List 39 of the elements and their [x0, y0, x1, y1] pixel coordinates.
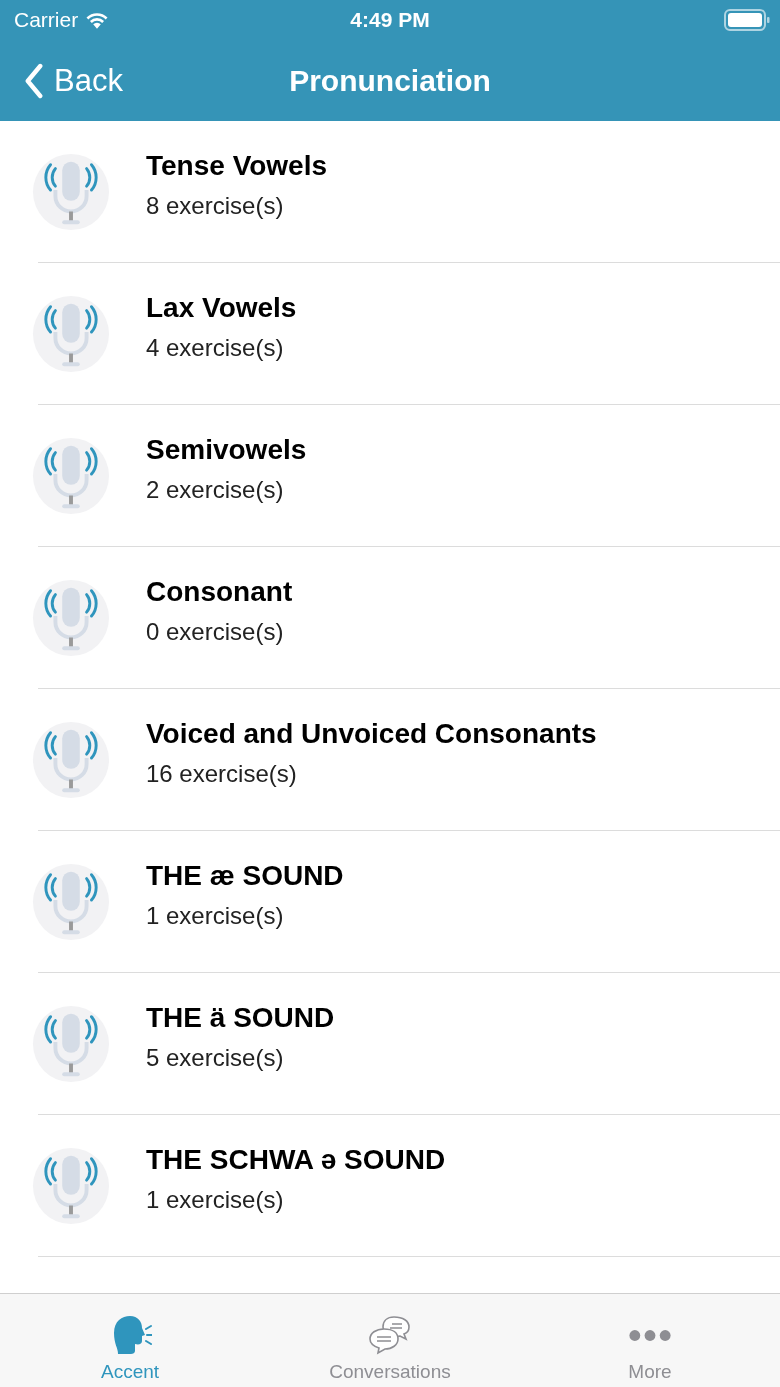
exercise-count: 5 exercise(s) — [146, 1043, 285, 1072]
lesson-title: Semivowels — [146, 433, 307, 466]
lesson-title: THE SCHWA ə SOUND — [146, 1143, 446, 1176]
microphone-icon — [32, 1146, 110, 1225]
carrier-label: Carrier — [14, 8, 79, 32]
exercise-count: 4 exercise(s) — [146, 333, 285, 362]
lesson-title: THE ä SOUND — [146, 1001, 335, 1034]
lesson-title: Consonant — [146, 575, 293, 608]
microphone-icon — [32, 862, 110, 941]
lesson-row[interactable]: Lax Vowels 4 exercise(s) — [38, 263, 780, 405]
chat-bubbles-icon — [368, 1315, 412, 1355]
lesson-title: Voiced and Unvoiced Consonants — [146, 717, 597, 750]
exercise-count: 0 exercise(s) — [146, 617, 285, 646]
lesson-title: Lax Vowels — [146, 291, 297, 324]
microphone-icon — [32, 436, 110, 515]
lesson-row[interactable]: THE ä SOUND 5 exercise(s) — [38, 973, 780, 1115]
microphone-icon — [32, 720, 110, 799]
lesson-row[interactable]: THE æ SOUND 1 exercise(s) — [38, 831, 780, 973]
microphone-icon — [32, 152, 110, 231]
lesson-title: Tense Vowels — [146, 149, 328, 182]
more-dots-icon — [628, 1329, 672, 1342]
microphone-icon — [32, 1004, 110, 1083]
exercise-count: 1 exercise(s) — [146, 901, 285, 930]
lesson-row[interactable]: Voiced and Unvoiced Consonants 16 exercise(s) — [38, 689, 780, 831]
lesson-row[interactable]: Tense Vowels 8 exercise(s) — [38, 121, 780, 263]
microphone-icon — [32, 294, 110, 373]
microphone-icon — [32, 578, 110, 657]
screen-title: Pronunciation — [288, 63, 492, 98]
exercise-count: 1 exercise(s) — [146, 1185, 285, 1214]
lesson-row[interactable]: Consonant 0 exercise(s) — [38, 547, 780, 689]
exercise-count: 16 exercise(s) — [146, 759, 298, 788]
lesson-title: THE æ SOUND — [146, 859, 344, 892]
chevron-left-icon — [24, 62, 44, 99]
exercise-count: 2 exercise(s) — [146, 475, 285, 504]
battery-icon — [724, 9, 770, 31]
exercise-count: 8 exercise(s) — [146, 191, 285, 220]
lesson-row[interactable]: THE SCHWA ə SOUND 1 exercise(s) — [38, 1115, 780, 1257]
lesson-row[interactable]: Semivowels 2 exercise(s) — [38, 405, 780, 547]
status-time: 4:49 PM — [349, 8, 431, 32]
